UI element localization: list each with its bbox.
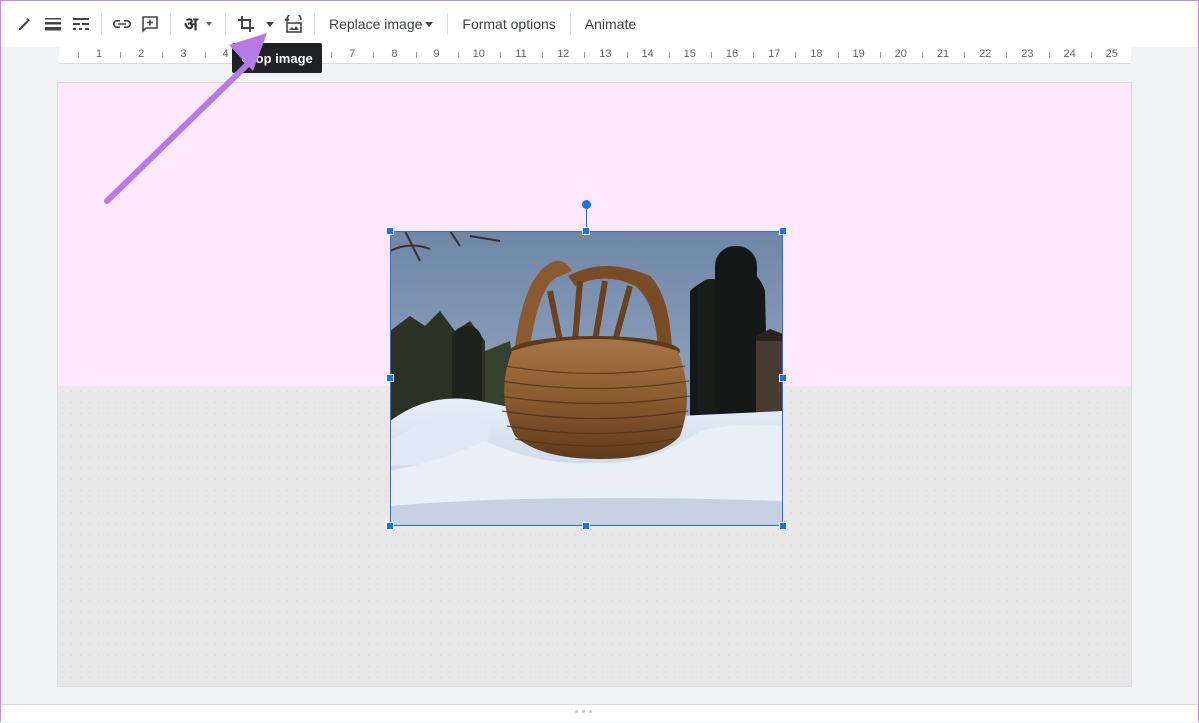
input-tools-button[interactable]: अ (177, 8, 219, 40)
ruler-tick (837, 52, 839, 58)
ruler-tick (415, 52, 417, 58)
ruler-tick (668, 52, 670, 58)
ruler-number: 25 (1105, 48, 1118, 60)
resize-handle-top-right[interactable] (779, 227, 787, 235)
ruler-tick (921, 52, 923, 58)
crop-image-tooltip: Crop image (232, 43, 322, 73)
toolbar-separator (569, 13, 571, 35)
ruler-number: 13 (599, 48, 612, 60)
basket-photo[interactable] (390, 231, 783, 526)
ruler-tick (373, 52, 375, 58)
ruler-tick (626, 52, 628, 58)
replace-image-label: Replace image (329, 16, 423, 32)
animate-button[interactable]: Animate (577, 8, 644, 40)
crop-dropdown-button[interactable] (260, 8, 280, 40)
chevron-down-icon (266, 21, 274, 27)
toolbar-separator (447, 13, 449, 35)
resize-handle-bottom-left[interactable] (386, 522, 394, 530)
wicker-basket-in-snow-photo (390, 231, 783, 526)
toolbar-separator (101, 13, 102, 35)
ruler-number: 17 (768, 48, 781, 60)
ruler-tick (162, 52, 164, 58)
crop-icon[interactable] (232, 8, 260, 40)
ruler-tick (204, 52, 206, 58)
ruler-number: 2 (138, 48, 145, 60)
ruler-number: 1 (95, 48, 103, 60)
ruler-number: 14 (641, 48, 654, 60)
ruler-number: 18 (810, 48, 823, 60)
rotate-handle[interactable] (582, 200, 591, 209)
resize-handle-bottom-right[interactable] (779, 522, 787, 530)
speaker-notes-divider[interactable] (1, 704, 1198, 722)
ruler-tick (753, 52, 755, 58)
toolbar-separator (314, 13, 315, 35)
ruler-number: 15 (683, 48, 696, 60)
ruler-number: 22 (979, 48, 992, 60)
ruler-number: 20 (894, 48, 907, 60)
ruler-number: 9 (433, 48, 440, 60)
resize-handle-top[interactable] (582, 227, 590, 235)
ruler-number: 10 (472, 48, 485, 60)
input-tools-glyph: अ (184, 14, 198, 34)
resize-handle-right[interactable] (779, 374, 787, 382)
ruler-tick (1048, 52, 1050, 58)
ruler-tick (499, 52, 501, 58)
ruler-tick (542, 52, 544, 58)
ruler-number: 19 (852, 48, 865, 60)
reset-image-icon[interactable] (280, 8, 308, 40)
resize-handle-left[interactable] (386, 374, 394, 382)
ruler-tick (77, 52, 79, 58)
border-dash-icon[interactable] (67, 8, 95, 40)
ruler-number: 11 (515, 48, 527, 60)
ruler-number: 12 (557, 48, 570, 60)
ruler-number: 8 (391, 48, 398, 60)
ruler-tick (710, 52, 712, 58)
ruler-tick (331, 52, 333, 58)
format-options-button[interactable]: Format options (454, 8, 563, 40)
add-comment-icon[interactable] (136, 8, 164, 40)
ruler-number: 4 (222, 48, 229, 60)
toolbar-separator (225, 13, 226, 35)
ruler-tick (120, 52, 122, 58)
drag-handle-icon[interactable] (575, 710, 592, 713)
ruler-number: 3 (180, 48, 187, 60)
ruler-tick (964, 52, 966, 58)
ruler-number: 16 (725, 48, 739, 60)
ruler-number: 21 (936, 48, 950, 60)
border-weight-icon[interactable] (39, 8, 67, 40)
ruler-number: 7 (349, 48, 356, 60)
ruler-number: 24 (1063, 48, 1076, 60)
ruler-number: 23 (1021, 48, 1034, 60)
toolbar: अ Replace image Format options Animate (1, 1, 1198, 47)
resize-handle-top-left[interactable] (386, 227, 394, 235)
ruler-tick (879, 52, 881, 58)
ruler-tick (584, 52, 586, 58)
ruler-tick (1006, 52, 1008, 58)
ruler-tick (795, 52, 797, 58)
ruler-tick (457, 52, 459, 58)
chevron-down-icon (205, 22, 212, 26)
horizontal-ruler[interactable]: 1234567891011121314151617181920212223242… (59, 47, 1131, 64)
replace-image-button[interactable]: Replace image (321, 8, 441, 40)
toolbar-separator (170, 13, 171, 35)
pen-icon[interactable] (11, 8, 39, 40)
ruler-tick (1090, 52, 1092, 58)
link-icon[interactable] (108, 8, 136, 40)
resize-handle-bottom[interactable] (582, 522, 590, 530)
chevron-down-icon (425, 21, 434, 27)
